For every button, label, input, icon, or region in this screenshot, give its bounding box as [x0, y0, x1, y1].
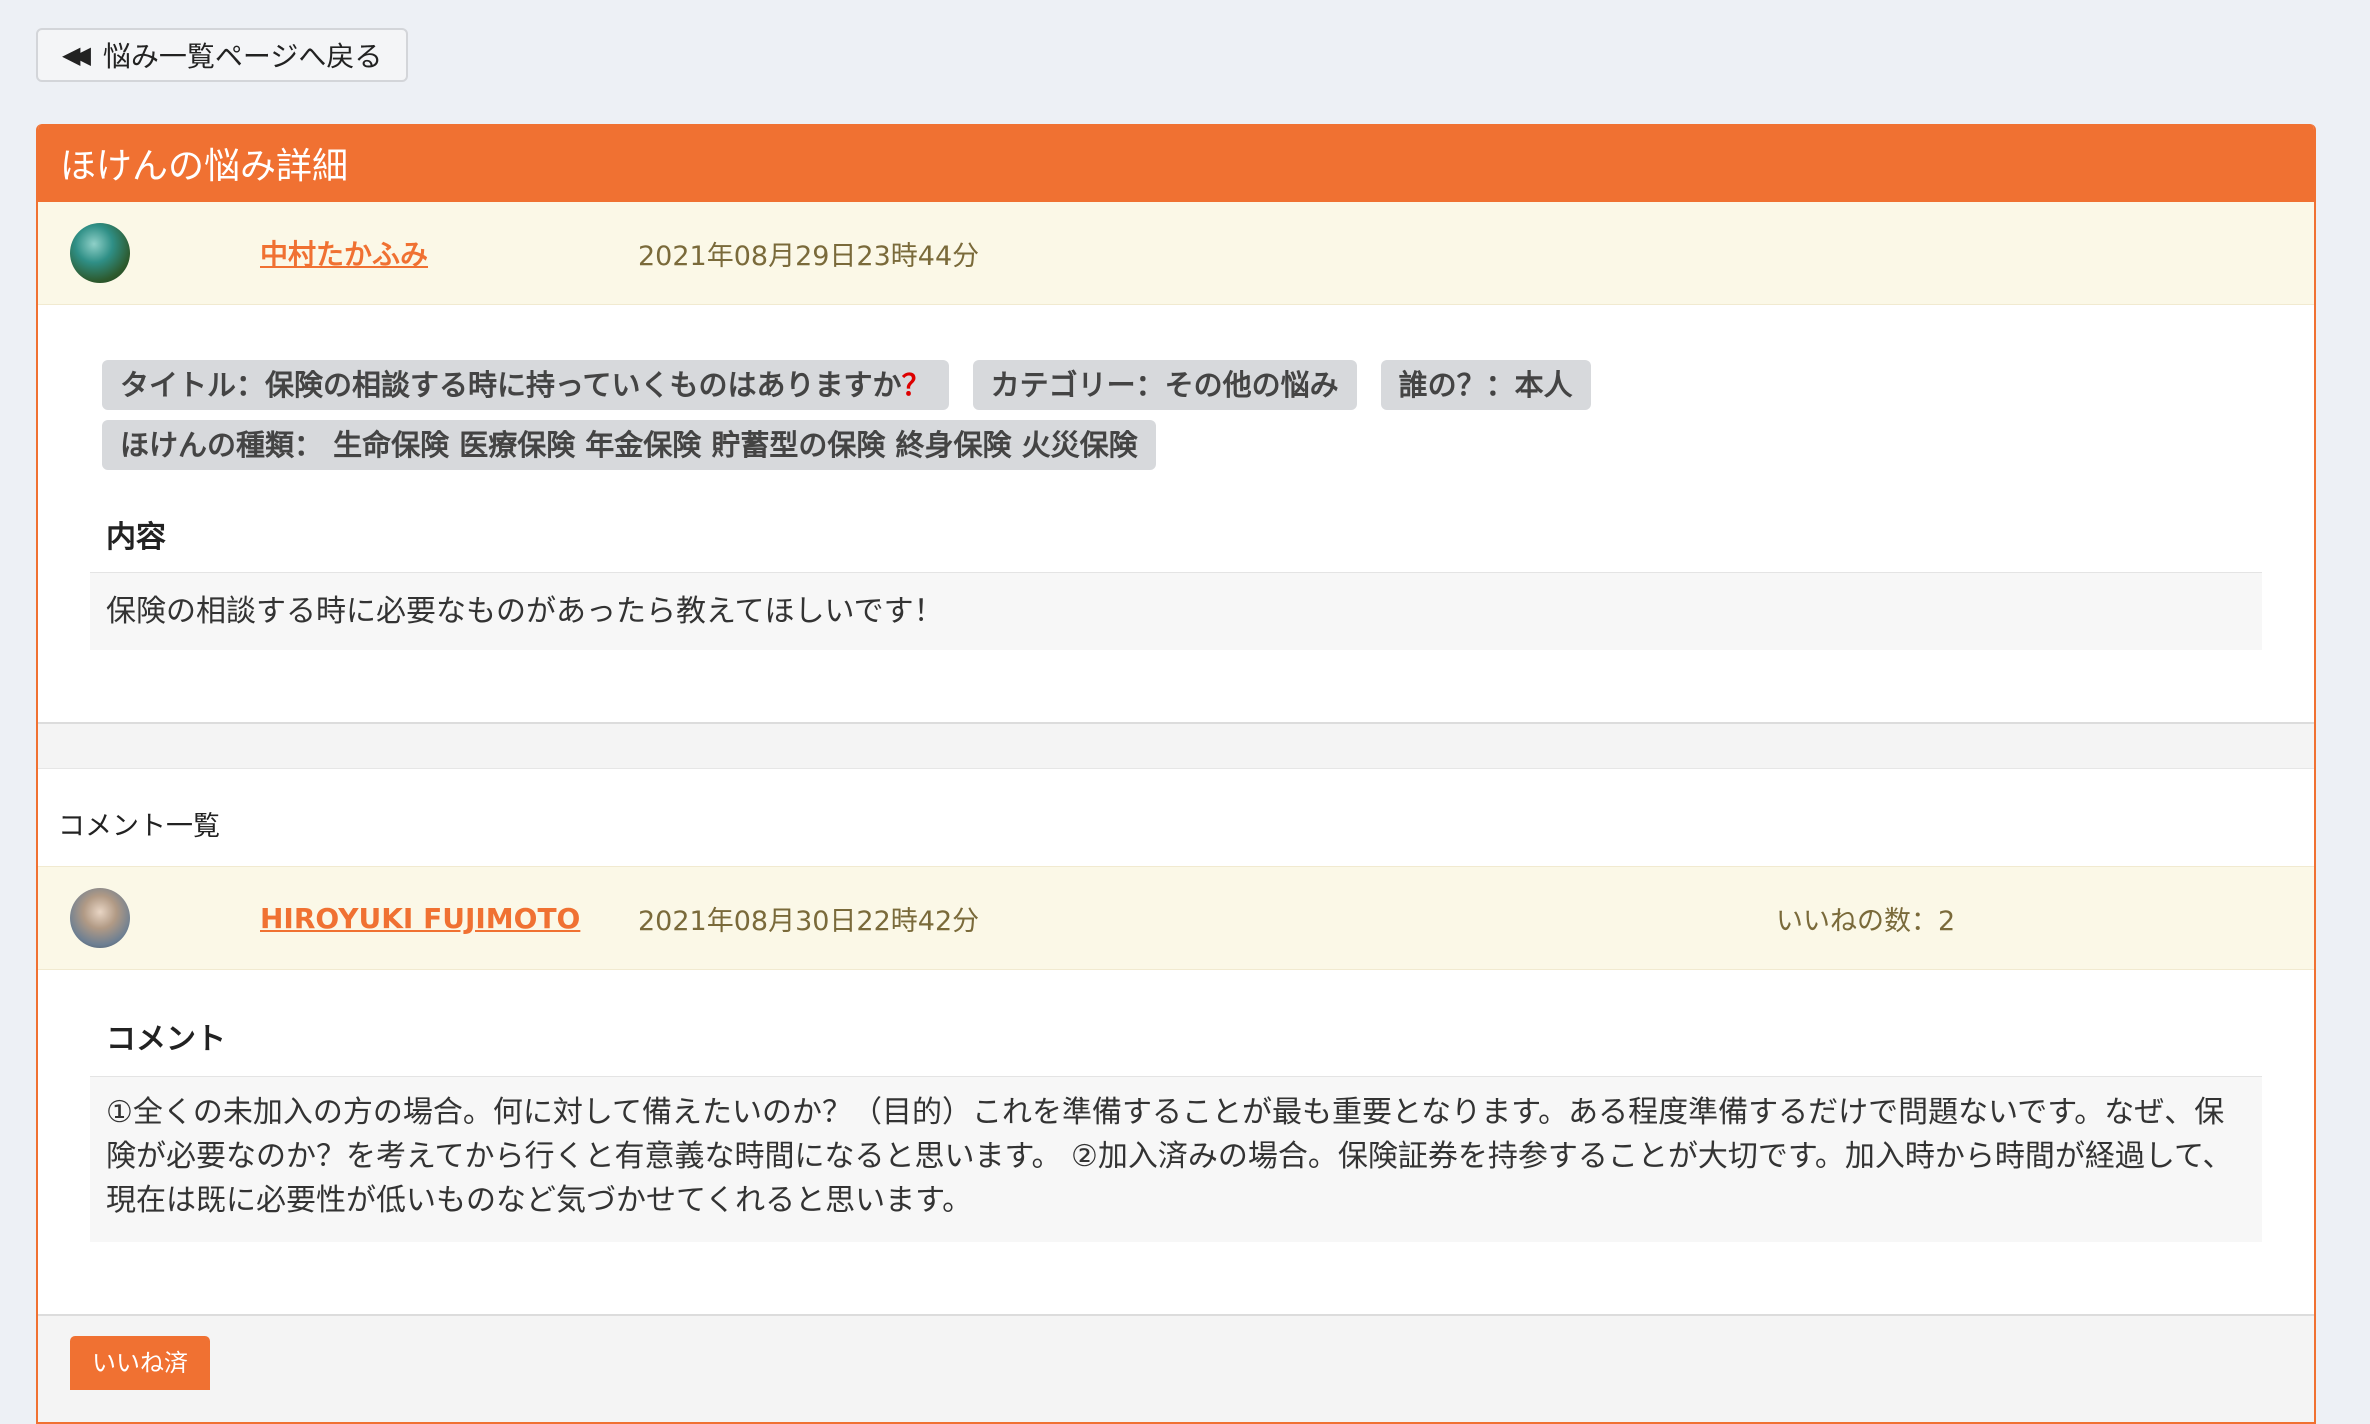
tag-insurance-types: ほけんの種類： 生命保険 医療保険 年金保険 貯蓄型の保険 終身保険 火災保険: [102, 420, 1156, 470]
panel-title: ほけんの悩み詳細: [38, 124, 2314, 202]
tag-title-mark: ？: [901, 368, 931, 402]
post-author-link[interactable]: 中村たかふみ: [260, 202, 428, 304]
post-content: 保険の相談する時に必要なものがあったら教えてほしいです！: [90, 572, 2262, 650]
comment-author-link[interactable]: HIROYUKI FUJIMOTO: [260, 867, 580, 969]
like-count: いいねの数：2: [1776, 905, 1956, 937]
post-tags: タイトル：保険の相談する時に持っていくものはありますか？ カテゴリー：その他の悩み…: [102, 360, 2302, 480]
post-footer-band: [38, 722, 2314, 769]
avatar: [70, 888, 130, 948]
post-author-row: 中村たかふみ 2021年08月29日23時44分: [38, 202, 2314, 305]
tag-category: カテゴリー：その他の悩み: [972, 360, 1357, 410]
comment-date: 2021年08月30日22時42分: [638, 905, 980, 937]
comment-author-row: HIROYUKI FUJIMOTO 2021年08月30日22時42分 いいねの…: [38, 866, 2314, 970]
comment-heading: コメント: [106, 1022, 226, 1057]
tag-title: タイトル：保険の相談する時に持っていくものはありますか？: [102, 360, 949, 410]
comment-footer-band: [38, 1314, 2314, 1422]
double-left-arrow-icon: ◀◀: [62, 41, 91, 69]
post-date: 2021年08月29日23時44分: [638, 240, 980, 272]
comment-body: ①全くの未加入の方の場合。何に対して備えたいのか？（目的）これを準備することが最…: [90, 1076, 2262, 1242]
worry-detail-panel: ほけんの悩み詳細 中村たかふみ 2021年08月29日23時44分 タイトル：保…: [36, 124, 2316, 1424]
comment-list-label: コメント一覧: [58, 811, 220, 842]
tag-title-text: タイトル：保険の相談する時に持っていくものはありますか: [120, 368, 902, 402]
tag-whose: 誰の？：本人: [1380, 360, 1591, 410]
content-heading: 内容: [106, 520, 166, 555]
back-button-label: 悩み一覧ページへ戻る: [102, 40, 383, 73]
avatar: [70, 223, 130, 283]
back-to-list-button[interactable]: ◀◀ 悩み一覧ページへ戻る: [36, 28, 409, 82]
